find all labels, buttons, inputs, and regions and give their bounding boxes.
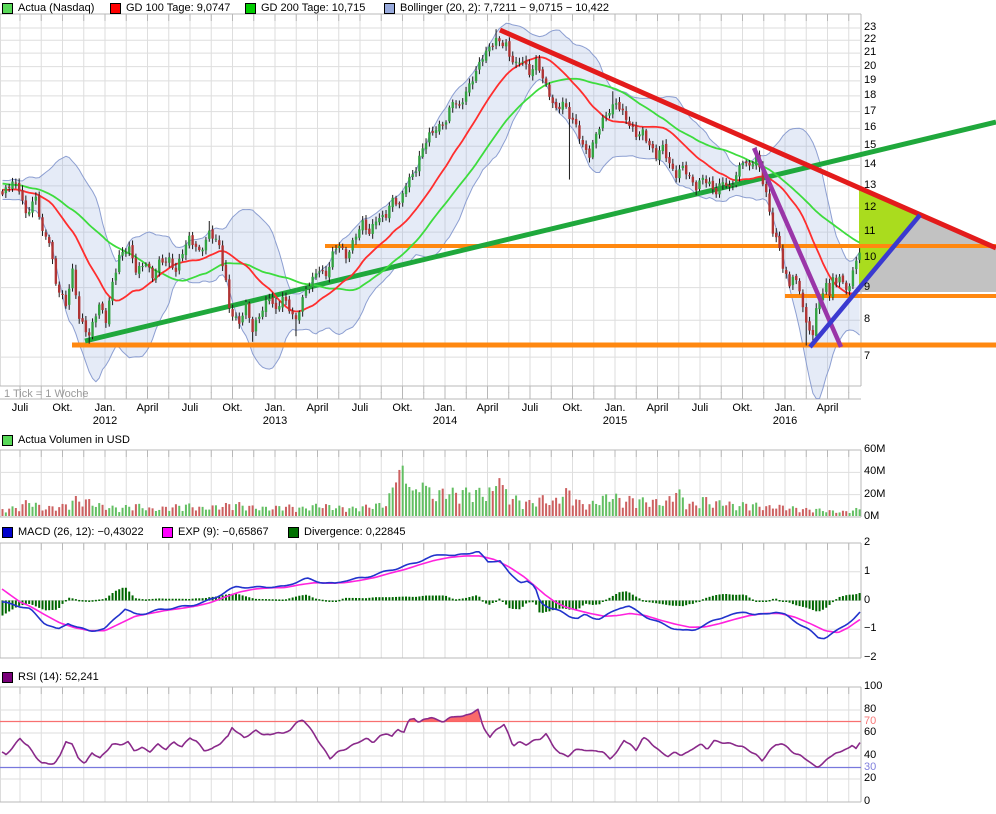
- rsi-axis-label: 20: [864, 772, 876, 784]
- legend-label: EXP (9): −0,65867: [178, 526, 269, 538]
- gd100-swatch-icon: [110, 3, 121, 14]
- volume-axis-label: 40M: [864, 465, 885, 477]
- rsi-legend: RSI (14): 52,241: [0, 670, 996, 684]
- time-axis-label: April: [646, 402, 668, 414]
- rsi-axis-label: 40: [864, 749, 876, 761]
- legend-label: GD 200 Tage: 10,715: [261, 2, 365, 14]
- actua-swatch-icon: [2, 3, 13, 14]
- time-axis-label: Okt.: [562, 402, 582, 414]
- main-legend: Actua (Nasdaq) GD 100 Tage: 9,0747 GD 20…: [0, 1, 996, 15]
- tick-note: 1 Tick = 1 Woche: [4, 388, 88, 400]
- legend-item-actua: Actua (Nasdaq): [2, 1, 94, 15]
- time-axis-label: Jan.: [775, 402, 796, 414]
- price-axis-label: 17: [864, 105, 876, 117]
- price-axis-label: 18: [864, 89, 876, 101]
- legend-label: Divergence: 0,22845: [304, 526, 406, 538]
- volume-axis-label: 0M: [864, 510, 879, 522]
- time-axis-label: Jan.: [95, 402, 116, 414]
- legend-item-macd: MACD (26, 12): −0,43022: [2, 525, 144, 539]
- rsi-swatch-icon: [2, 672, 13, 683]
- price-axis-label: 16: [864, 121, 876, 133]
- price-axis-label: 11: [864, 225, 875, 237]
- price-axis-label: 23: [864, 21, 876, 33]
- time-axis-label: Jan.: [605, 402, 626, 414]
- price-axis-label: 7: [864, 350, 870, 362]
- price-axis-label: 20: [864, 60, 876, 72]
- legend-item-exp: EXP (9): −0,65867: [162, 525, 269, 539]
- price-axis-label: 19: [864, 74, 876, 86]
- price-axis-label: 12: [864, 201, 876, 213]
- time-axis-year-label: 2013: [263, 415, 287, 427]
- time-axis-label: Jan.: [435, 402, 456, 414]
- bollinger-swatch-icon: [384, 3, 395, 14]
- time-axis-label: Juli: [182, 402, 199, 414]
- legend-label: Actua (Nasdaq): [18, 2, 94, 14]
- stock-chart-page: Actua (Nasdaq) GD 100 Tage: 9,0747 GD 20…: [0, 0, 996, 814]
- rsi-axis-label: 70: [864, 715, 876, 727]
- time-axis-label: April: [136, 402, 158, 414]
- legend-item-divergence: Divergence: 0,22845: [288, 525, 406, 539]
- price-axis-label: 22: [864, 33, 876, 45]
- legend-label: MACD (26, 12): −0,43022: [18, 526, 144, 538]
- macd-axis-label: 0: [864, 594, 870, 606]
- price-axis-label: 13: [864, 179, 876, 191]
- volume-legend: Actua Volumen in USD: [0, 433, 996, 447]
- time-axis-year-label: 2015: [603, 415, 627, 427]
- volume-axis-label: 20M: [864, 488, 885, 500]
- legend-item-volume: Actua Volumen in USD: [2, 433, 130, 447]
- macd-axis-label: 2: [864, 536, 870, 548]
- legend-label: RSI (14): 52,241: [18, 671, 99, 683]
- legend-item-gd200: GD 200 Tage: 10,715: [245, 1, 365, 15]
- macd-axis-label: −2: [864, 651, 877, 663]
- rsi-axis-label: 0: [864, 795, 870, 807]
- legend-item-rsi: RSI (14): 52,241: [2, 670, 99, 684]
- price-axis-label: 9: [864, 281, 870, 293]
- time-axis-label: Juli: [692, 402, 709, 414]
- rsi-axis-label: 30: [864, 761, 876, 773]
- legend-label: GD 100 Tage: 9,0747: [126, 2, 230, 14]
- rsi-axis-label: 80: [864, 703, 876, 715]
- time-axis-label: April: [476, 402, 498, 414]
- price-axis-label: 8: [864, 313, 870, 325]
- time-axis-label: Okt.: [392, 402, 412, 414]
- time-axis-label: Juli: [12, 402, 29, 414]
- time-axis-year-label: 2014: [433, 415, 457, 427]
- time-axis-label: Okt.: [52, 402, 72, 414]
- price-axis-label: 21: [864, 46, 876, 58]
- time-axis-label: Okt.: [222, 402, 242, 414]
- time-axis-label: Okt.: [732, 402, 752, 414]
- macd-swatch-icon: [2, 527, 13, 538]
- time-axis-label: April: [816, 402, 838, 414]
- rsi-axis-label: 60: [864, 726, 876, 738]
- time-axis-label: Juli: [522, 402, 539, 414]
- divergence-swatch-icon: [288, 527, 299, 538]
- time-axis-label: Jan.: [265, 402, 286, 414]
- macd-axis-label: −1: [864, 622, 877, 634]
- legend-label: Bollinger (20, 2): 7,7211 − 9,0715 − 10,…: [400, 2, 609, 14]
- price-axis-label: 10: [864, 251, 876, 263]
- macd-axis-label: 1: [864, 565, 870, 577]
- volume-swatch-icon: [2, 435, 13, 446]
- price-axis-label: 14: [864, 158, 876, 170]
- volume-axis-label: 60M: [864, 443, 885, 455]
- legend-label: Actua Volumen in USD: [18, 434, 130, 446]
- exp-swatch-icon: [162, 527, 173, 538]
- macd-legend: MACD (26, 12): −0,43022 EXP (9): −0,6586…: [0, 525, 996, 539]
- gd200-swatch-icon: [245, 3, 256, 14]
- legend-item-bollinger: Bollinger (20, 2): 7,7211 − 9,0715 − 10,…: [384, 1, 609, 15]
- time-axis-year-label: 2012: [93, 415, 117, 427]
- time-axis-label: Juli: [352, 402, 369, 414]
- rsi-axis-label: 100: [864, 680, 882, 692]
- price-axis-label: 15: [864, 139, 876, 151]
- time-axis-label: April: [306, 402, 328, 414]
- time-axis-year-label: 2016: [773, 415, 797, 427]
- legend-item-gd100: GD 100 Tage: 9,0747: [110, 1, 230, 15]
